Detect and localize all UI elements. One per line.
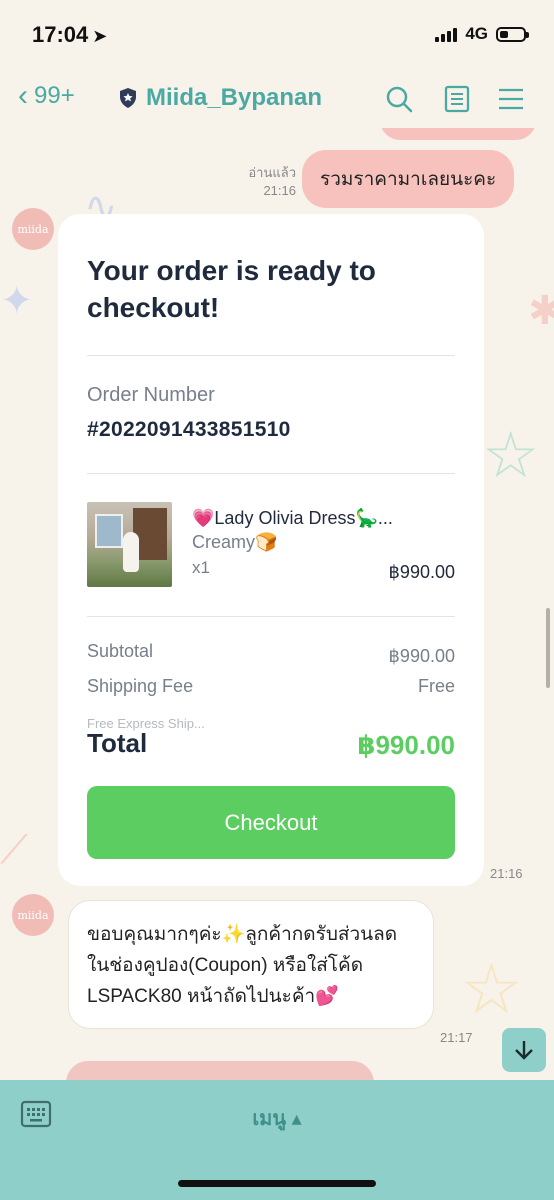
- total-value: ฿990.00: [357, 730, 455, 760]
- incoming-message[interactable]: ขอบคุณมากๆค่ะ✨ลูกค้ากดรับส่วนลดในช่องคูป…: [68, 900, 434, 1029]
- checkout-button[interactable]: Checkout: [87, 786, 455, 859]
- divider: [87, 355, 455, 356]
- avatar[interactable]: miida: [12, 208, 54, 250]
- order-card[interactable]: Your order is ready to checkout! Order N…: [58, 214, 484, 886]
- message-time: 21:16: [263, 183, 296, 198]
- scrollbar[interactable]: [546, 608, 550, 688]
- unread-count: 99+: [34, 82, 75, 109]
- avatar[interactable]: miida: [12, 894, 54, 936]
- divider: [87, 616, 455, 617]
- notes-icon[interactable]: [442, 84, 472, 114]
- product-image: [87, 502, 172, 587]
- rich-menu-toggle[interactable]: เมนู ▴: [0, 1102, 554, 1134]
- divider: [87, 473, 455, 474]
- previous-message-bubble: [380, 128, 536, 140]
- doodle-star-outline-icon: ☆: [482, 419, 540, 491]
- product-quantity: x1: [192, 558, 210, 577]
- order-number-label: Order Number: [87, 384, 215, 406]
- chevron-left-icon: ‹: [18, 79, 28, 112]
- total-label: Total: [87, 728, 148, 758]
- shield-icon: [120, 88, 136, 108]
- shipping-fee-label: Shipping Fee: [87, 676, 194, 696]
- order-number: #2022091433851510: [87, 418, 291, 441]
- network-type: 4G: [465, 24, 488, 43]
- status-time: 17:04 ➤: [32, 22, 108, 47]
- scroll-to-bottom-button[interactable]: [502, 1028, 546, 1072]
- product-name: 💗Lady Olivia Dress🦕...: [192, 508, 393, 528]
- location-arrow-icon: ➤: [92, 26, 108, 46]
- product-price: ฿990.00: [388, 562, 455, 582]
- doodle-stroke-icon: ⟋: [0, 828, 28, 872]
- product-variant: Creamy🍞: [192, 532, 278, 552]
- chat-header: ‹ 99+ Miida_Bypanan: [0, 70, 554, 129]
- menu-icon[interactable]: [496, 84, 526, 114]
- back-button[interactable]: ‹ 99+: [18, 79, 75, 112]
- subtotal-label: Subtotal: [87, 641, 154, 661]
- subtotal-value: ฿990.00: [388, 646, 455, 666]
- read-receipt: อ่านแล้ว: [248, 165, 296, 180]
- message-read-meta: อ่านแล้ว 21:16: [236, 164, 296, 200]
- status-bar: 17:04 ➤ 4G: [0, 0, 554, 70]
- order-card-title: Your order is ready to checkout!: [87, 255, 376, 323]
- status-indicators: 4G: [435, 24, 529, 44]
- home-indicator[interactable]: [178, 1180, 376, 1187]
- battery-icon: [496, 26, 529, 42]
- chat-area[interactable]: ∿ ✦ ☆ ✱ ☆ ⟋ อ่านแล้ว 21:16 รวมราคามาเลยน…: [0, 128, 554, 1080]
- doodle-sparkle-icon: ☆: [460, 950, 523, 1028]
- doodle-flower-icon: ✱: [528, 289, 554, 333]
- outgoing-message[interactable]: รวมราคามาเลยนะคะ: [302, 150, 515, 208]
- search-icon[interactable]: [384, 84, 414, 114]
- arrow-down-icon: [515, 1041, 533, 1060]
- shipping-fee-value: Free: [417, 676, 455, 696]
- message-time: 21:17: [440, 1030, 473, 1045]
- message-time: 21:16: [490, 866, 523, 881]
- chat-title-text: Miida_Bypanan: [146, 84, 323, 111]
- next-message-bubble: [66, 1061, 374, 1080]
- chat-title[interactable]: Miida_Bypanan: [118, 84, 322, 112]
- doodle-star-icon: ✦: [0, 279, 34, 323]
- signal-icon: [435, 26, 458, 42]
